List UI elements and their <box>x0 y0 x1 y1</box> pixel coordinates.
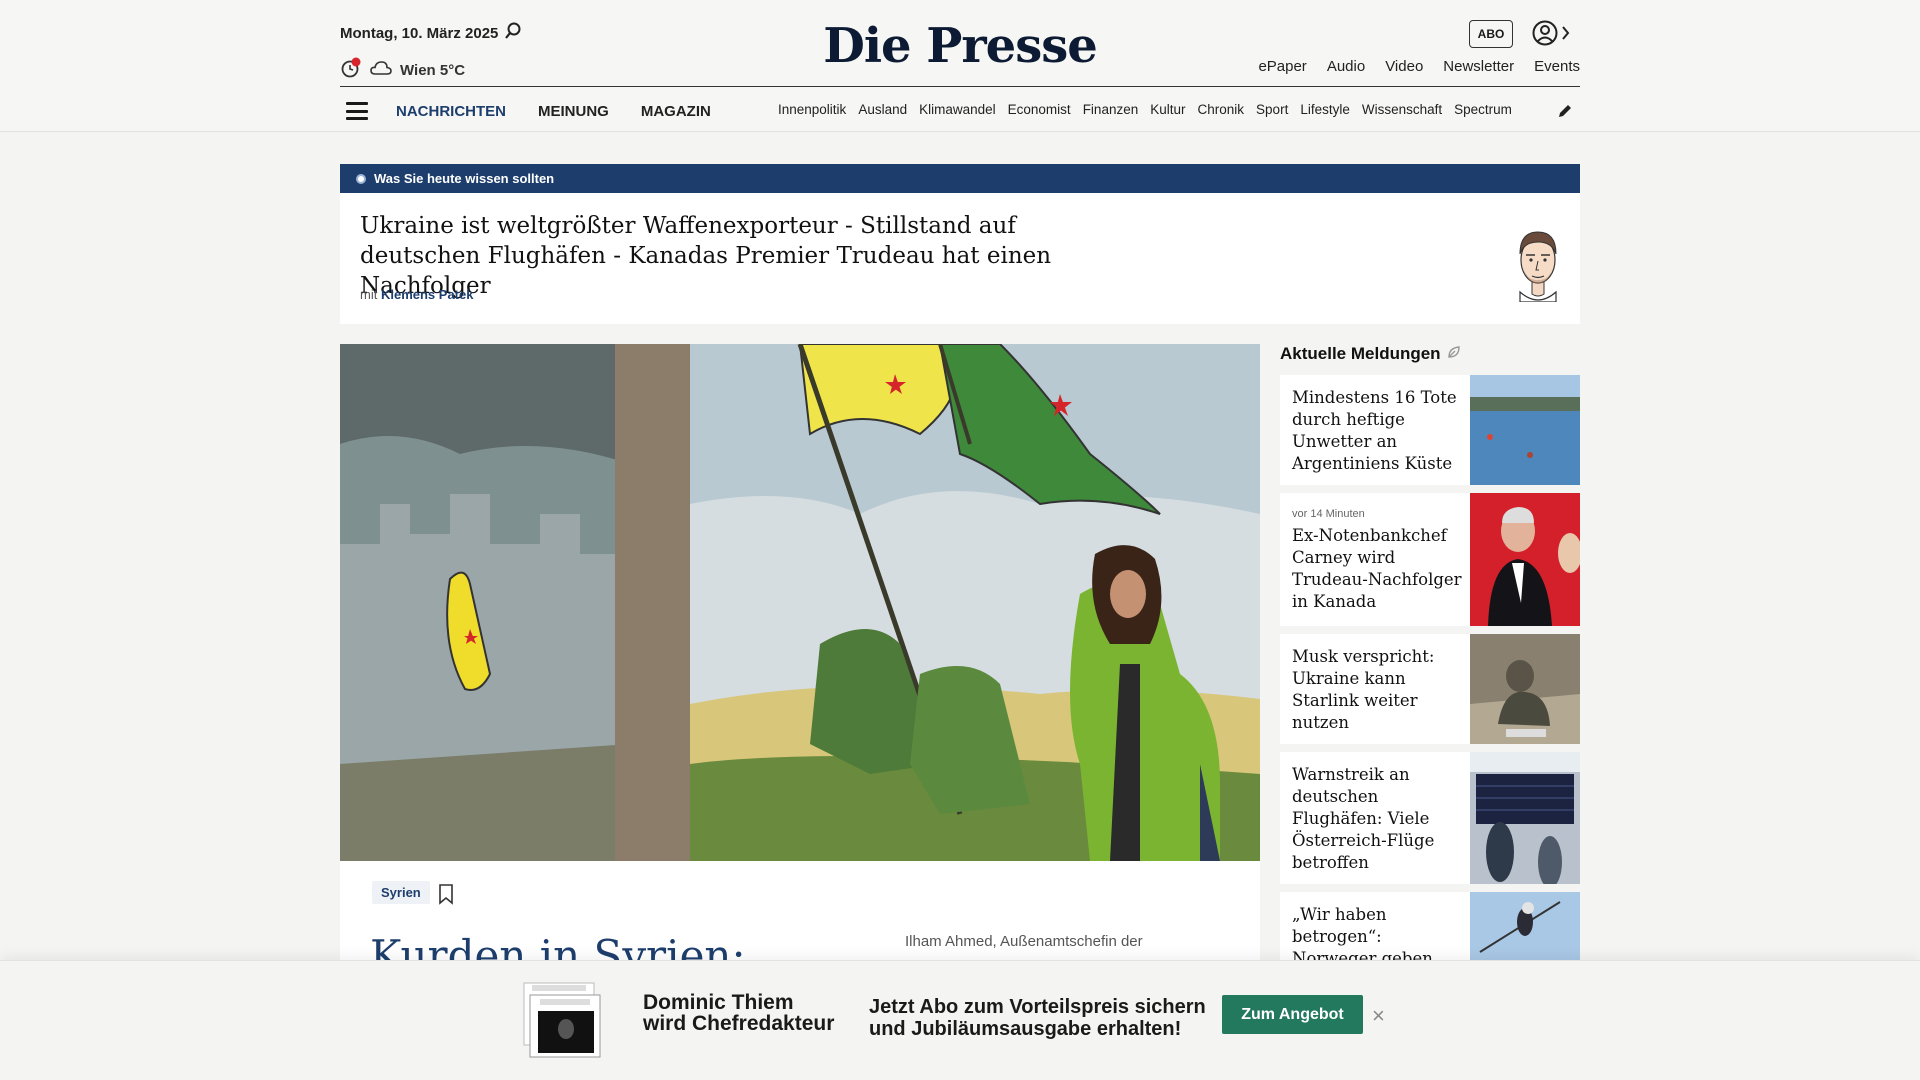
news-item[interactable]: vor 14 Minuten Ex-Notenbankchef Carney w… <box>1280 493 1580 626</box>
cat-kultur[interactable]: Kultur <box>1150 102 1185 117</box>
cat-sport[interactable]: Sport <box>1256 102 1288 117</box>
news-time: vor 14 Minuten <box>1292 508 1365 520</box>
hero-caption: Ilham Ahmed, Außenamtschefin der <box>905 933 1143 950</box>
cat-spectrum[interactable]: Spectrum <box>1454 102 1512 117</box>
cat-innenpolitik[interactable]: Innenpolitik <box>778 102 846 117</box>
pencil-icon[interactable] <box>1556 102 1574 125</box>
news-headline[interactable]: Musk verspricht: Ukraine kann Starlink w… <box>1292 646 1462 734</box>
cat-chronik[interactable]: Chronik <box>1198 102 1245 117</box>
news-headline[interactable]: Ex-Notenbankchef Carney wird Trudeau-Nac… <box>1292 525 1462 613</box>
nav-magazin[interactable]: MAGAZIN <box>641 103 711 120</box>
promo-headline: Dominic Thiem wird Chefredakteur <box>643 992 834 1034</box>
author-prefix: mit <box>360 287 378 302</box>
article-tag[interactable]: Syrien <box>372 881 430 904</box>
news-headline[interactable]: Warnstreik an deutschen Flughäfen: Viele… <box>1292 764 1462 874</box>
briefing-bar[interactable]: Was Sie heute wissen sollten <box>340 164 1580 193</box>
bookmark-icon[interactable] <box>438 883 454 910</box>
category-fade <box>1510 96 1554 126</box>
promo-headline-line1: Dominic Thiem <box>643 991 794 1014</box>
promo-text-line1: Jetzt Abo zum Vorteilspreis sichern <box>869 996 1206 1018</box>
cat-lifestyle[interactable]: Lifestyle <box>1300 102 1350 117</box>
briefing-headline[interactable]: Ukraine ist weltgrößter Waffenexporteur … <box>360 211 1120 301</box>
live-dot-icon <box>356 173 366 184</box>
news-item[interactable]: Musk verspricht: Ukraine kann Starlink w… <box>1280 634 1580 744</box>
news-headline[interactable]: „Wir haben betrogen“: Norweger geben Anz… <box>1292 904 1462 960</box>
news-thumbnail-skijumper <box>1470 892 1580 960</box>
offer-button[interactable]: Zum Angebot <box>1222 995 1363 1034</box>
link-events[interactable]: Events <box>1534 58 1580 75</box>
cat-finanzen[interactable]: Finanzen <box>1083 102 1139 117</box>
weather-widget[interactable]: Wien 5°C <box>340 57 465 83</box>
nav-divider <box>340 86 1580 87</box>
cat-wissenschaft[interactable]: Wissenschaft <box>1362 102 1442 117</box>
link-newsletter[interactable]: Newsletter <box>1443 58 1514 75</box>
category-navigation: Innenpolitik Ausland Klimawandel Economi… <box>778 102 1550 117</box>
weather-label: Wien 5°C <box>400 61 466 79</box>
leaf-icon <box>1447 344 1461 364</box>
main-navigation: NACHRICHTEN MEINUNG MAGAZIN Innenpolitik… <box>340 96 1580 126</box>
nav-nachrichten[interactable]: NACHRICHTEN <box>396 103 506 120</box>
news-headline[interactable]: Mindestens 16 Tote durch heftige Unwette… <box>1292 387 1462 475</box>
author-avatar <box>1510 222 1566 307</box>
news-thumbnail-carney <box>1470 493 1580 626</box>
briefing-bar-label: Was Sie heute wissen sollten <box>374 171 555 186</box>
briefing-author-line: mit Klemens Patek <box>360 287 473 302</box>
site-header: Montag, 10. März 2025 Wien 5°C Die Press… <box>0 0 1920 132</box>
briefing-card[interactable]: Ukraine ist weltgrößter Waffenexporteur … <box>340 193 1580 324</box>
notification-icon[interactable] <box>340 57 362 83</box>
sidebar-title-label: Aktuelle Meldungen <box>1280 344 1441 363</box>
user-account-icon[interactable] <box>1531 19 1571 52</box>
link-video[interactable]: Video <box>1385 58 1423 75</box>
news-item[interactable]: Mindestens 16 Tote durch heftige Unwette… <box>1280 375 1580 485</box>
news-item[interactable]: „Wir haben betrogen“: Norweger geben Anz… <box>1280 892 1580 960</box>
top-links: ePaper Audio Video Newsletter Events <box>1258 58 1580 75</box>
close-icon[interactable]: × <box>1372 1003 1385 1029</box>
nav-meinung[interactable]: MEINUNG <box>538 103 609 120</box>
subscription-promo: Dominic Thiem wird Chefredakteur Jetzt A… <box>0 960 1920 1080</box>
news-thumbnail-flood <box>1470 375 1580 485</box>
cloud-icon <box>370 60 392 80</box>
link-epaper[interactable]: ePaper <box>1258 58 1306 75</box>
cat-klimawandel[interactable]: Klimawandel <box>919 102 996 117</box>
site-logo[interactable]: Die Presse <box>820 18 1100 74</box>
menu-icon[interactable] <box>346 102 368 120</box>
link-audio[interactable]: Audio <box>1327 58 1365 75</box>
search-icon[interactable] <box>504 22 522 45</box>
cat-ausland[interactable]: Ausland <box>858 102 907 117</box>
news-item[interactable]: Warnstreik an deutschen Flughäfen: Viele… <box>1280 752 1580 884</box>
abo-button[interactable]: ABO <box>1469 20 1513 48</box>
author-name[interactable]: Klemens Patek <box>381 287 474 302</box>
sidebar-title: Aktuelle Meldungen <box>1280 344 1461 364</box>
current-date: Montag, 10. März 2025 <box>340 25 499 42</box>
promo-headline-line2: wird Chefredakteur <box>643 1012 835 1035</box>
news-thumbnail-airport <box>1470 752 1580 884</box>
cat-economist[interactable]: Economist <box>1008 102 1071 117</box>
promo-text: Jetzt Abo zum Vorteilspreis sichern und … <box>869 996 1206 1040</box>
promo-text-line2: und Jubiläumsausgabe erhalten! <box>869 1018 1182 1040</box>
news-thumbnail-soldier <box>1470 634 1580 744</box>
hero-image[interactable] <box>340 344 1260 861</box>
newspaper-thumbnail <box>522 981 604 1066</box>
